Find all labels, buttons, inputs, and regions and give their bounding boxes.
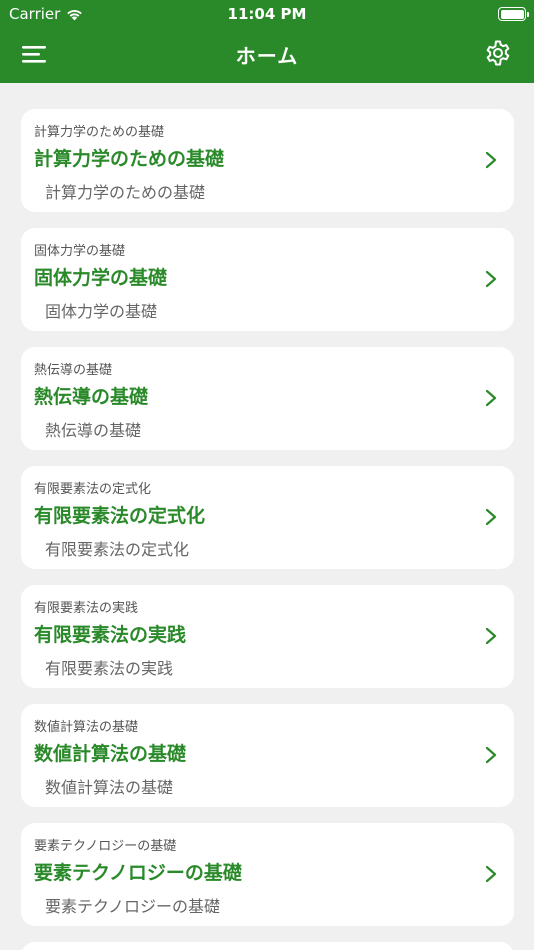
- list-item[interactable]: 数値計算法の基礎 数値計算法の基礎 数値計算法の基礎: [21, 704, 514, 807]
- item-title: 固体力学の基礎: [34, 267, 168, 289]
- chevron-right-icon: [485, 151, 497, 169]
- chevron-right-icon: [485, 627, 497, 645]
- list-item[interactable]: 熱伝導の基礎 熱伝導の基礎 熱伝導の基礎: [21, 347, 514, 450]
- list-item[interactable]: 要素テクノロジーの基礎 要素テクノロジーの基礎 要素テクノロジーの基礎: [21, 823, 514, 926]
- item-title: 熱伝導の基礎: [34, 386, 149, 408]
- item-caption: 計算力学のための基礎: [34, 125, 165, 140]
- item-caption: 熱伝導の基礎: [34, 363, 113, 378]
- item-subtitle: 有限要素法の定式化: [45, 540, 190, 559]
- item-subtitle: 計算力学のための基礎: [45, 183, 206, 202]
- item-caption: 有限要素法の定式化: [34, 482, 152, 497]
- page-title: ホーム: [235, 44, 299, 68]
- chevron-right-icon: [485, 508, 497, 526]
- item-caption: 数値計算法の基礎: [34, 720, 139, 735]
- item-subtitle: 固体力学の基礎: [45, 302, 158, 321]
- status-time: 11:04 PM: [227, 5, 307, 23]
- item-title: 有限要素法の定式化: [34, 505, 206, 527]
- item-caption: 有限要素法の実践: [34, 601, 139, 616]
- battery-icon: [498, 7, 529, 21]
- chevron-right-icon: [485, 270, 497, 288]
- item-subtitle: 有限要素法の実践: [45, 659, 174, 678]
- item-title: 計算力学のための基礎: [34, 148, 225, 170]
- item-title: 要素テクノロジーの基礎: [34, 862, 242, 884]
- gear-icon[interactable]: [484, 39, 512, 67]
- chevron-right-icon: [485, 389, 497, 407]
- item-title: 有限要素法の実践: [34, 624, 187, 646]
- item-title: 数値計算法の基礎: [34, 743, 187, 765]
- nav-header: Carrier 11:04 PM ホーム: [0, 0, 534, 83]
- item-caption: 要素テクノロジーの基礎: [34, 839, 177, 854]
- list-item[interactable]: 計算力学のための基礎 計算力学のための基礎 計算力学のための基礎: [21, 109, 514, 212]
- list-item[interactable]: 固体力学の基礎 固体力学の基礎 固体力学の基礎: [21, 228, 514, 331]
- chevron-right-icon: [485, 865, 497, 883]
- item-subtitle: 熱伝導の基礎: [45, 421, 142, 440]
- list-item[interactable]: 有限要素法の定式化 有限要素法の定式化 有限要素法の定式化: [21, 466, 514, 569]
- topic-list: 計算力学のための基礎 計算力学のための基礎 計算力学のための基礎 固体力学の基礎…: [21, 109, 514, 950]
- list-item-partial[interactable]: [21, 942, 514, 950]
- item-caption: 固体力学の基礎: [34, 244, 126, 259]
- item-subtitle: 数値計算法の基礎: [45, 778, 174, 797]
- chevron-right-icon: [485, 746, 497, 764]
- item-subtitle: 要素テクノロジーの基礎: [45, 897, 221, 916]
- status-bar: Carrier 11:04 PM: [0, 0, 534, 28]
- list-item[interactable]: 有限要素法の実践 有限要素法の実践 有限要素法の実践: [21, 585, 514, 688]
